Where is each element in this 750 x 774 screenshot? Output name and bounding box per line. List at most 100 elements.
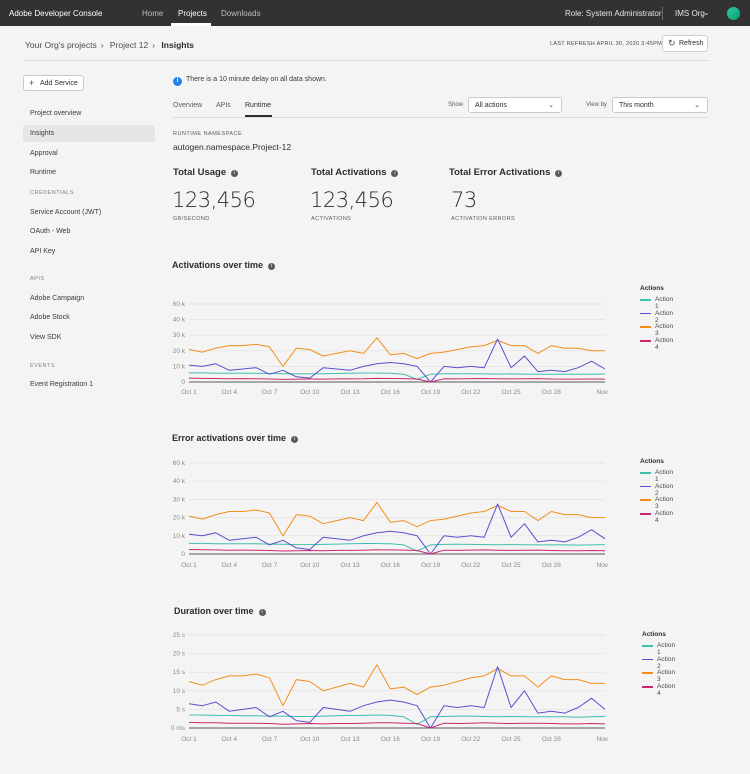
show-select[interactable]: All actions ⌄ xyxy=(468,97,562,113)
stat-total-errors-value: 73 xyxy=(451,188,477,212)
sidebar-item-insights[interactable]: Insights xyxy=(30,130,54,137)
viewby-select[interactable]: This month ⌄ xyxy=(612,97,708,113)
sidebar-item-api-key[interactable]: API Key xyxy=(30,248,55,255)
breadcrumb-project[interactable]: Project 12 xyxy=(110,40,148,50)
legend-swatch xyxy=(642,645,653,647)
stat-title-text: Total Error Activations xyxy=(449,167,551,178)
chart-duration-legend: Actions Action 1 Action 2 Action 3 Action 4 xyxy=(642,631,675,697)
nav-projects[interactable]: Projects xyxy=(178,9,207,18)
y-tick-label: 0 xyxy=(181,379,185,386)
refresh-icon: ↻ xyxy=(668,38,676,48)
stat-total-usage-unit: GB/SECOND xyxy=(173,216,210,222)
legend-item-action-1[interactable]: Action 1 xyxy=(640,296,673,310)
header-divider xyxy=(25,60,708,61)
tabs-divider xyxy=(173,117,708,118)
legend-swatch xyxy=(640,340,651,342)
refresh-button[interactable]: ↻ Refresh xyxy=(662,35,708,52)
legend-swatch xyxy=(640,312,651,315)
legend-item-action-2[interactable]: Action 2 xyxy=(640,483,673,497)
x-tick-label: Oct 7 xyxy=(262,389,278,396)
legend-item-action-2[interactable]: Action 2 xyxy=(640,310,673,324)
stat-total-activations-unit: ACTIVATIONS xyxy=(311,216,352,222)
legend-item-action-4[interactable]: Action 4 xyxy=(640,510,673,524)
brand-title[interactable]: Adobe Developer Console xyxy=(9,9,102,18)
sidebar-section-credentials: CREDENTIALS xyxy=(30,190,75,196)
sidebar-item-runtime[interactable]: Runtime xyxy=(30,169,56,176)
series-line-action-3 xyxy=(188,337,605,367)
info-icon[interactable]: i xyxy=(268,263,276,270)
info-icon[interactable]: i xyxy=(258,609,266,616)
x-tick-label: Nov 1 xyxy=(597,389,610,396)
legend-item-action-3[interactable]: Action 3 xyxy=(642,669,675,683)
add-service-button[interactable]: + Add Service xyxy=(23,75,84,91)
sidebar-item-adobe-campaign[interactable]: Adobe Campaign xyxy=(30,295,84,302)
chevron-down-icon: ⌄ xyxy=(694,102,700,109)
legend-item-action-3[interactable]: Action 3 xyxy=(640,323,673,337)
x-tick-label: Oct 4 xyxy=(221,736,237,743)
info-message-text: There is a 10 minute delay on all data s… xyxy=(186,76,327,83)
sidebar-item-approval[interactable]: Approval xyxy=(30,150,58,157)
legend-item-action-1[interactable]: Action 1 xyxy=(642,642,675,656)
sidebar-item-service-account[interactable]: Service Account (JWT) xyxy=(30,209,101,216)
sidebar-item-project-overview[interactable]: Project overview xyxy=(30,110,81,117)
y-tick-label: 30 k xyxy=(173,496,186,503)
chart-activations-legend: Actions Action 1 Action 2 Action 3 Action 4 xyxy=(640,285,673,351)
legend-label: Action 4 xyxy=(657,683,676,698)
legend-item-action-3[interactable]: Action 3 xyxy=(640,496,673,510)
info-icon[interactable]: i xyxy=(555,170,563,177)
y-tick-label: 60 k xyxy=(173,301,186,308)
x-tick-label: Nov 1 xyxy=(597,562,610,569)
chart-title-text: Error activations over time xyxy=(172,433,287,443)
legend-swatch xyxy=(642,686,653,688)
x-tick-label: Oct 1 xyxy=(181,389,197,396)
breadcrumb: Your Org's projects › Project 12 › Insight… xyxy=(25,40,198,50)
x-tick-label: Oct 19 xyxy=(421,389,441,396)
sidebar-item-oauth-web[interactable]: OAuth - Web xyxy=(30,228,70,235)
legend-swatch xyxy=(640,499,651,501)
sidebar-item-event-registration[interactable]: Event Registration 1 xyxy=(30,381,93,388)
breadcrumb-org-projects[interactable]: Your Org's projects xyxy=(25,40,97,50)
breadcrumb-chevron-icon: › xyxy=(152,40,156,50)
org-switcher[interactable]: IMS Org xyxy=(675,9,705,18)
plus-icon: + xyxy=(29,78,35,88)
x-tick-label: Oct 28 xyxy=(542,389,562,396)
nav-home[interactable]: Home xyxy=(142,9,163,18)
y-tick-label: 20 s xyxy=(173,651,186,658)
legend-label: Action 1 xyxy=(655,296,674,310)
series-line-action-2 xyxy=(188,503,606,555)
x-tick-label: Oct 25 xyxy=(501,736,521,743)
stat-total-errors-unit: ACTIVATION ERRORS xyxy=(451,216,516,222)
chart-activations-title: Activations over time i xyxy=(172,260,276,270)
x-tick-label: Oct 1 xyxy=(181,736,197,743)
chevron-down-icon[interactable]: ⌄ xyxy=(703,8,710,17)
tab-runtime[interactable]: Runtime xyxy=(245,102,271,109)
y-tick-label: 15 s xyxy=(173,669,186,676)
legend-item-action-4[interactable]: Action 4 xyxy=(642,683,675,697)
sidebar-item-adobe-stock[interactable]: Adobe Stock xyxy=(30,314,70,321)
sidebar-item-view-sdk[interactable]: View SDK xyxy=(30,334,61,341)
legend-label: Action 2 xyxy=(655,482,674,497)
legend-label: Action 1 xyxy=(657,642,676,656)
info-icon[interactable]: i xyxy=(391,170,399,177)
x-tick-label: Oct 10 xyxy=(300,389,320,396)
show-select-value: All actions xyxy=(475,101,507,109)
info-icon[interactable]: i xyxy=(231,170,239,177)
legend-item-action-4[interactable]: Action 4 xyxy=(640,337,673,351)
tab-apis[interactable]: APIs xyxy=(216,102,231,109)
stat-total-activations-title: Total Activations i xyxy=(311,167,399,178)
last-refresh-text: LAST REFRESH APRIL 30, 2020 3:45PM xyxy=(550,41,663,47)
info-icon[interactable]: i xyxy=(291,436,299,443)
x-tick-label: Oct 19 xyxy=(421,562,441,569)
chart-activations: 0 10 k 20 k 30 k 40 k 60 k Oct 1 Oct 4 Oct 7 Oct … xyxy=(173,301,610,396)
legend-item-action-1[interactable]: Action 1 xyxy=(640,469,673,483)
series-line-action-4 xyxy=(188,377,606,383)
x-tick-label: Oct 13 xyxy=(340,562,360,569)
avatar[interactable] xyxy=(727,7,740,20)
legend-item-action-2[interactable]: Action 2 xyxy=(642,656,675,670)
tab-overview[interactable]: Overview xyxy=(173,102,202,109)
y-tick-label: 10 s xyxy=(173,688,186,695)
nav-downloads[interactable]: Downloads xyxy=(221,9,261,18)
y-tick-label: 0 xyxy=(181,551,185,558)
chart-errors-title: Error activations over time i xyxy=(172,433,299,443)
x-tick-label: Oct 22 xyxy=(461,736,481,743)
